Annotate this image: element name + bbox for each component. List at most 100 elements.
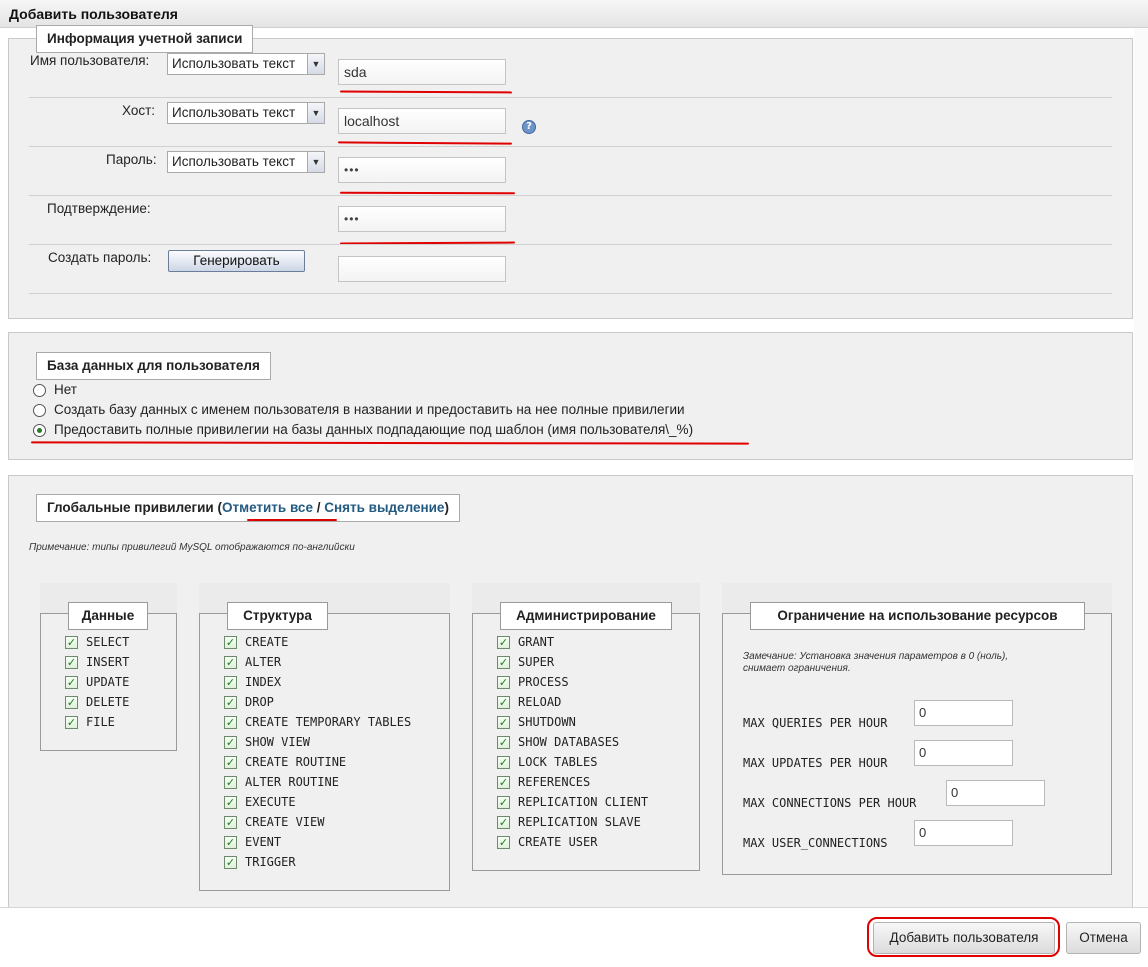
privilege-checkbox[interactable]: ✓ [497,816,510,829]
privilege-checkbox[interactable]: ✓ [65,676,78,689]
cancel-button[interactable]: Отмена [1066,922,1141,954]
privilege-checkbox[interactable]: ✓ [497,836,510,849]
generated-password-input[interactable] [338,256,506,282]
host-input[interactable]: localhost [338,108,506,134]
privilege-checkbox[interactable]: ✓ [497,656,510,669]
row-divider [29,97,1112,98]
privilege-label: SHOW DATABASES [518,735,620,749]
generate-button[interactable]: Генерировать [168,250,305,272]
annotation-circle-add-user [867,917,1060,957]
row-divider [29,244,1112,245]
privilege-label: EXECUTE [245,795,296,809]
resources-group-title: Ограничение на использование ресурсов [750,602,1085,630]
privilege-checkbox[interactable]: ✓ [224,676,237,689]
structure-privileges-group [199,613,450,891]
account-info-legend: Информация учетной записи [36,25,254,53]
privilege-label: EVENT [245,835,282,849]
row-divider [29,293,1112,294]
radio-wildcard-db-label: Предоставить полные привилегии на базы д… [54,422,694,437]
privilege-checkbox[interactable]: ✓ [224,696,237,709]
check-all-link[interactable]: Отметить все [222,500,313,515]
row-divider [29,195,1112,196]
generate-password-label: Создать пароль: [48,250,152,265]
dialog-footer: Добавить пользователя Отмена [0,907,1148,967]
privilege-checkbox[interactable]: ✓ [65,696,78,709]
privilege-label: SHUTDOWN [518,715,576,729]
admin-group-title: Администрирование [500,602,672,630]
privilege-label: CREATE [245,635,289,649]
privilege-checkbox[interactable]: ✓ [224,836,237,849]
global-privileges-legend: Глобальные привилегии (Отметить все / Сн… [36,494,460,522]
privilege-label: RELOAD [518,695,562,709]
global-legend-suffix: ) [444,500,449,515]
max-updates-input[interactable]: 0 [914,740,1013,766]
privilege-checkbox[interactable]: ✓ [497,756,510,769]
radio-button[interactable] [33,384,46,397]
confirm-password-input[interactable]: ••• [338,206,506,232]
privilege-label: SELECT [86,635,130,649]
max-updates-label: MAX UPDATES PER HOUR [743,756,888,770]
dialog-body: Информация учетной записи Имя пользовате… [0,25,1148,915]
max-connections-label: MAX CONNECTIONS PER HOUR [743,796,917,810]
privilege-label: CREATE ROUTINE [245,755,347,769]
password-label: Пароль: [106,152,157,167]
privilege-checkbox[interactable]: ✓ [224,856,237,869]
privilege-checkbox[interactable]: ✓ [224,736,237,749]
database-legend: База данных для пользователя [36,352,271,380]
password-type-value: Использовать текст [172,154,296,169]
uncheck-all-link[interactable]: Снять выделение [324,500,444,515]
privilege-label: SUPER [518,655,555,669]
max-user-connections-label: MAX USER_CONNECTIONS [743,836,888,850]
privilege-checkbox[interactable]: ✓ [224,716,237,729]
privilege-checkbox[interactable]: ✓ [65,716,78,729]
max-queries-input[interactable]: 0 [914,700,1013,726]
radio-create-db-label: Создать базу данных с именем пользовател… [54,402,685,417]
privilege-checkbox[interactable]: ✓ [224,816,237,829]
privilege-checkbox[interactable]: ✓ [224,636,237,649]
host-label: Хост: [122,103,156,118]
chevron-down-icon: ▼ [307,103,324,123]
vertical-scrollbar[interactable] [1134,29,1148,907]
privilege-label: DROP [245,695,274,709]
privilege-checkbox[interactable]: ✓ [65,656,78,669]
privilege-checkbox[interactable]: ✓ [497,796,510,809]
password-type-select[interactable]: Использовать текст ▼ [167,151,325,173]
radio-button-selected[interactable] [33,424,46,437]
privilege-checkbox[interactable]: ✓ [497,776,510,789]
radio-button[interactable] [33,404,46,417]
resources-note-line1: Замечание: Установка значения параметров… [743,651,1009,662]
privileges-note: Примечание: типы привилегий MySQL отобра… [29,542,355,553]
structure-group-title: Структура [227,602,328,630]
privilege-checkbox[interactable]: ✓ [224,756,237,769]
privilege-checkbox[interactable]: ✓ [497,676,510,689]
dialog-title: Добавить пользователя [0,0,1148,28]
privilege-checkbox[interactable]: ✓ [497,636,510,649]
global-legend-prefix: Глобальные привилегии ( [47,500,222,515]
username-input[interactable]: sda [338,59,506,85]
privilege-checkbox[interactable]: ✓ [497,696,510,709]
privilege-checkbox[interactable]: ✓ [497,736,510,749]
privilege-checkbox[interactable]: ✓ [65,636,78,649]
privilege-label: PROCESS [518,675,569,689]
privilege-label: REPLICATION SLAVE [518,815,641,829]
host-type-select[interactable]: Использовать текст ▼ [167,102,325,124]
password-input[interactable]: ••• [338,157,506,183]
max-queries-label: MAX QUERIES PER HOUR [743,716,888,730]
privilege-label: ALTER [245,655,282,669]
annotation-underline-check-all [247,519,337,521]
privilege-label: CREATE USER [518,835,598,849]
privilege-label: ALTER ROUTINE [245,775,339,789]
privilege-checkbox[interactable]: ✓ [224,796,237,809]
help-icon[interactable]: ? [522,120,536,134]
privilege-checkbox[interactable]: ✓ [497,716,510,729]
privilege-checkbox[interactable]: ✓ [224,656,237,669]
username-type-value: Использовать текст [172,56,296,71]
username-label: Имя пользователя: [30,53,150,68]
max-user-connections-input[interactable]: 0 [914,820,1013,846]
username-type-select[interactable]: Использовать текст ▼ [167,53,325,75]
max-connections-input[interactable]: 0 [946,780,1045,806]
privilege-checkbox[interactable]: ✓ [224,776,237,789]
privilege-label: INSERT [86,655,130,669]
host-type-value: Использовать текст [172,105,296,120]
privilege-label: LOCK TABLES [518,755,598,769]
